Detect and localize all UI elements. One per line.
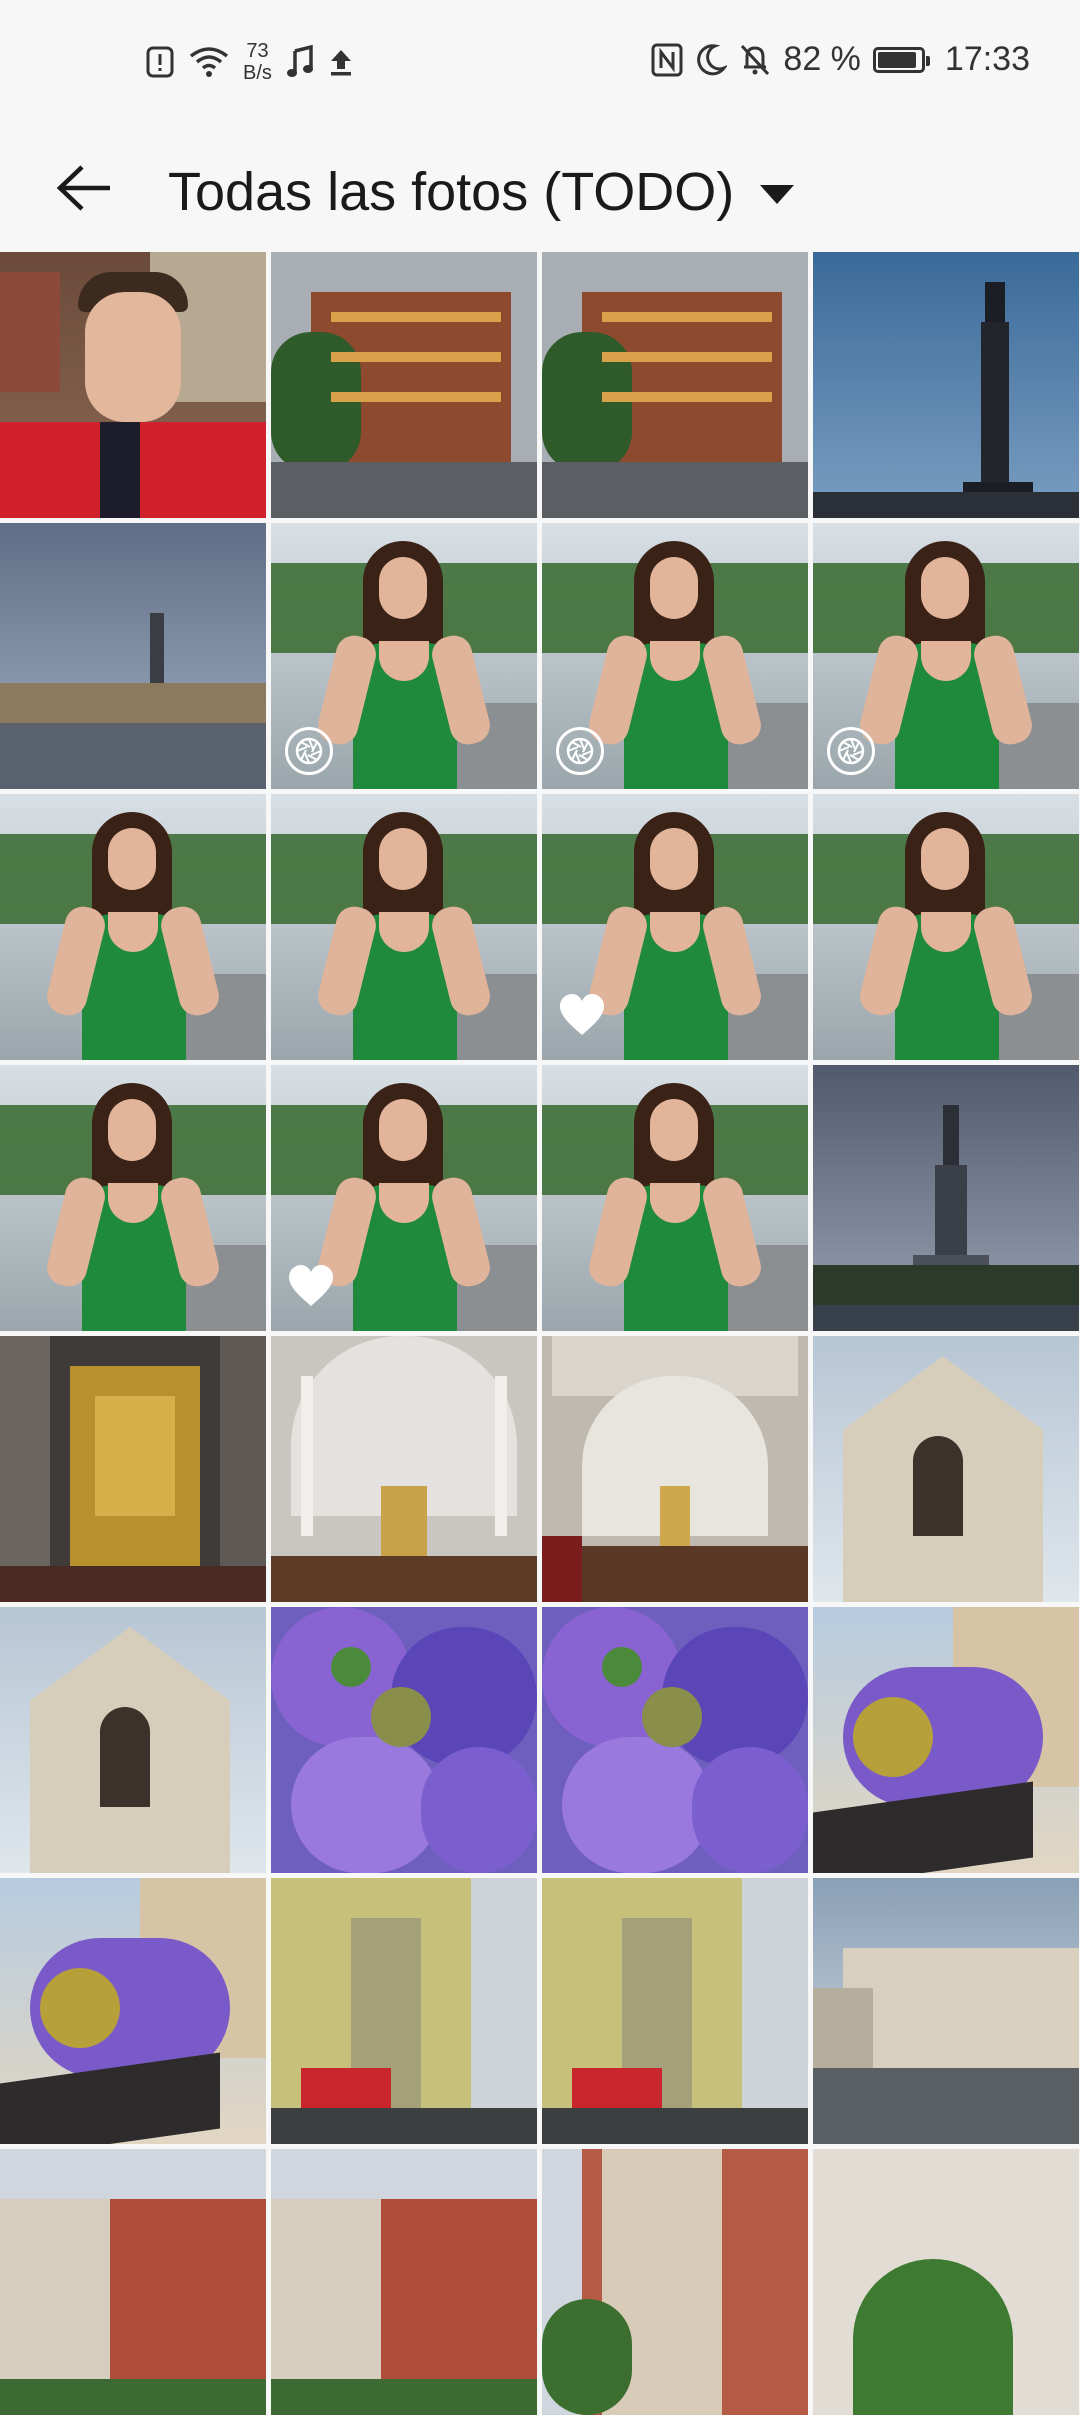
photo-thumbnail[interactable] xyxy=(271,1336,537,1602)
album-selector[interactable]: Todas las fotos (TODO) xyxy=(168,152,795,232)
photo-thumbnail[interactable] xyxy=(271,1607,537,1873)
photo-thumbnail[interactable] xyxy=(813,1065,1079,1331)
music-note-icon xyxy=(286,45,314,79)
photo-thumbnail[interactable] xyxy=(542,1065,808,1331)
alert-icon xyxy=(145,45,175,79)
heart-icon xyxy=(287,1264,335,1313)
photo-thumbnail[interactable] xyxy=(0,1607,266,1873)
arrow-left-icon xyxy=(54,163,114,218)
photo-thumbnail[interactable] xyxy=(0,1065,266,1331)
photo-thumbnail[interactable] xyxy=(813,794,1079,1060)
photo-thumbnail[interactable] xyxy=(542,1607,808,1873)
photo-thumbnail[interactable] xyxy=(0,1336,266,1602)
upload-icon xyxy=(328,47,354,77)
network-speed: 73 B/s xyxy=(243,40,272,84)
aperture-icon xyxy=(827,727,875,775)
status-right-icons: 82 % 17:33 xyxy=(651,40,1080,79)
photo-thumbnail[interactable] xyxy=(542,1336,808,1602)
app-header: Todas las fotos (TODO) xyxy=(0,132,1080,252)
photo-thumbnail[interactable] xyxy=(0,794,266,1060)
photo-thumbnail[interactable] xyxy=(0,2149,266,2415)
aperture-icon xyxy=(285,727,333,775)
photo-thumbnail[interactable] xyxy=(271,1065,537,1331)
status-left-icons: 73 B/s xyxy=(145,40,354,84)
nfc-icon xyxy=(651,43,683,77)
photo-thumbnail[interactable] xyxy=(813,1878,1079,2144)
photo-thumbnail[interactable] xyxy=(542,2149,808,2415)
photo-thumbnail[interactable] xyxy=(271,794,537,1060)
battery-charging-icon xyxy=(872,46,930,73)
heart-icon xyxy=(558,993,606,1042)
status-bar: 73 B/s 82 % 17:33 xyxy=(0,0,1080,132)
photo-thumbnail[interactable] xyxy=(271,2149,537,2415)
photo-thumbnail[interactable] xyxy=(271,252,537,518)
page-title: Todas las fotos (TODO) xyxy=(168,162,735,222)
photo-thumbnail[interactable] xyxy=(542,252,808,518)
photo-thumbnail[interactable] xyxy=(542,794,808,1060)
photo-thumbnail[interactable] xyxy=(813,523,1079,789)
photo-thumbnail[interactable] xyxy=(271,523,537,789)
photo-thumbnail[interactable] xyxy=(813,1607,1079,1873)
battery-percent: 82 % xyxy=(783,40,861,78)
photo-thumbnail[interactable] xyxy=(542,523,808,789)
wifi-icon xyxy=(189,46,229,78)
aperture-icon xyxy=(556,727,604,775)
photo-thumbnail[interactable] xyxy=(542,1878,808,2144)
photo-thumbnail[interactable] xyxy=(813,252,1079,518)
clock: 17:33 xyxy=(944,40,1030,78)
moon-icon xyxy=(695,43,728,77)
photo-thumbnail[interactable] xyxy=(0,523,266,789)
photo-grid xyxy=(0,252,1080,2415)
back-button[interactable] xyxy=(48,154,120,226)
mute-bell-icon xyxy=(739,43,771,77)
photo-thumbnail[interactable] xyxy=(0,1878,266,2144)
photo-thumbnail[interactable] xyxy=(0,252,266,518)
photo-thumbnail[interactable] xyxy=(813,1336,1079,1602)
caret-down-icon xyxy=(760,184,795,204)
photo-thumbnail[interactable] xyxy=(271,1878,537,2144)
photo-thumbnail[interactable] xyxy=(813,2149,1079,2415)
